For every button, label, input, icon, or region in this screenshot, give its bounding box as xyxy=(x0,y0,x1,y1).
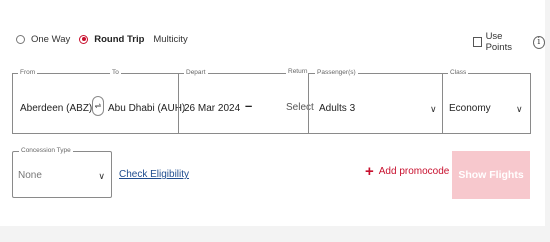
from-field[interactable]: From Aberdeen (ABZ) xyxy=(12,68,104,134)
return-legend: Return xyxy=(286,67,310,77)
show-flights-button[interactable]: Show Flights xyxy=(452,151,530,199)
one-way-label: One Way xyxy=(31,33,71,45)
passengers-field[interactable]: Passenger(s) Adults 3 ∨ xyxy=(309,68,442,134)
plus-icon: + xyxy=(365,162,374,180)
chevron-down-icon[interactable]: ∨ xyxy=(430,104,437,115)
concession-value: None xyxy=(18,170,42,181)
return-field[interactable]: Return Select xyxy=(258,67,314,134)
one-way-option[interactable]: One Way xyxy=(16,34,70,45)
passengers-legend: Passenger(s) xyxy=(315,68,358,78)
multicity-option[interactable]: Multicity xyxy=(153,34,187,45)
depart-value: 26 Mar 2024 xyxy=(184,103,241,114)
round-trip-option[interactable]: Round Trip xyxy=(79,34,144,45)
use-points-label: Use Points xyxy=(485,31,512,53)
one-way-radio[interactable] xyxy=(16,34,25,44)
concession-legend: Concession Type xyxy=(19,146,73,156)
flight-search-card: One Way Round Trip Multicity Use Points … xyxy=(0,0,545,226)
use-points-toggle[interactable]: Use Points i xyxy=(473,31,545,53)
depart-legend: Depart xyxy=(184,68,208,78)
round-trip-radio[interactable] xyxy=(79,34,89,44)
class-value: Economy xyxy=(449,103,491,114)
from-value: Aberdeen (ABZ) xyxy=(20,103,93,114)
add-promocode-label: Add promocode xyxy=(378,166,450,177)
chevron-down-icon[interactable]: ∨ xyxy=(516,104,523,115)
use-points-checkbox[interactable] xyxy=(473,37,482,47)
check-eligibility-link[interactable]: Check Eligibility xyxy=(119,169,189,180)
trip-type-group: One Way Round Trip Multicity xyxy=(16,31,197,47)
passengers-value: Adults 3 xyxy=(319,103,356,114)
multicity-label: Multicity xyxy=(153,33,188,45)
swap-icon[interactable]: ⇌ xyxy=(92,96,104,116)
chevron-down-icon[interactable]: ∨ xyxy=(98,171,105,182)
class-field[interactable]: Class Economy ∨ xyxy=(442,68,530,134)
date-separator: – xyxy=(245,98,253,113)
field-right-border xyxy=(530,73,531,134)
class-legend: Class xyxy=(448,68,469,78)
round-trip-label: Round Trip xyxy=(94,33,145,45)
to-value: Abu Dhabi (AUH) xyxy=(108,103,186,114)
to-legend: To xyxy=(110,68,121,78)
info-icon[interactable]: i xyxy=(532,35,545,49)
to-field[interactable]: To Abu Dhabi (AUH) xyxy=(104,68,185,134)
concession-type-select[interactable]: Concession Type None ∨ xyxy=(12,146,112,198)
from-legend: From xyxy=(18,68,38,78)
